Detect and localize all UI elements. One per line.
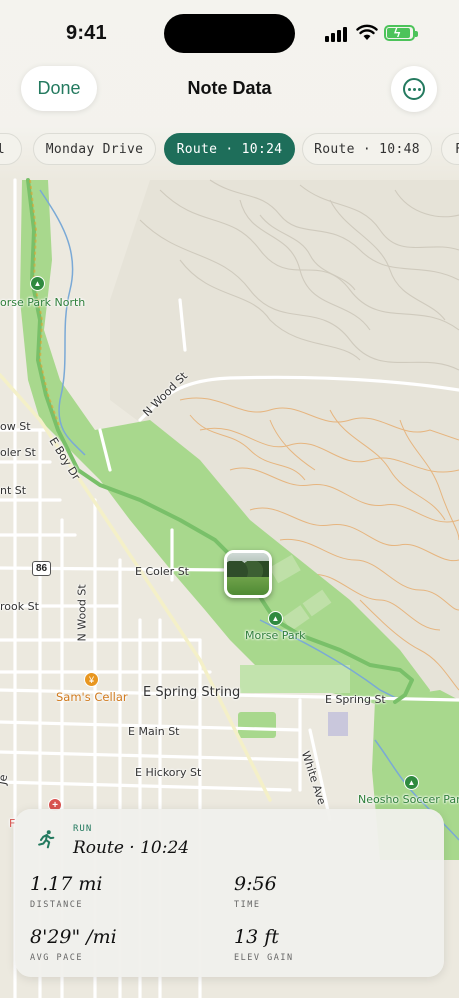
stat-label: DISTANCE xyxy=(30,900,83,910)
status-time: 9:41 xyxy=(66,22,107,44)
battery-charging-icon: ϟ xyxy=(384,25,418,41)
wifi-icon xyxy=(356,24,378,40)
map-label-e-spring-string: E Spring String xyxy=(143,685,241,700)
map-label-e-hickory-st: E Hickory St xyxy=(135,766,202,779)
map-label-e-main-st: E Main St xyxy=(128,725,180,738)
map-label-ow-st: ow St xyxy=(0,420,31,433)
stat-value: 9:56 xyxy=(234,873,277,895)
chip-route-1048[interactable]: Route · 10:48 xyxy=(302,133,432,165)
park-pin-icon[interactable]: ▲ xyxy=(268,611,283,626)
stat-time: 9:56 TIME xyxy=(234,873,277,910)
status-bar: 9:41 ϟ xyxy=(0,0,459,66)
stat-label: AVG PACE xyxy=(30,953,83,963)
dynamic-island xyxy=(164,14,295,53)
chip-monday-drive[interactable]: Monday Drive xyxy=(33,133,156,165)
map-label-e-coler-st: E Coler St xyxy=(135,565,189,578)
map-label-je: Je xyxy=(0,773,11,786)
park-pin-icon[interactable]: ▲ xyxy=(404,775,419,790)
activity-summary-card[interactable]: RUN Route · 10:24 1.17 mi DISTANCE 9:56 … xyxy=(15,809,444,977)
cellular-signal-icon xyxy=(325,27,347,42)
activity-title: Route · 10:24 xyxy=(73,838,190,858)
stat-avg-pace: 8'29" /mi AVG PACE xyxy=(30,926,117,963)
stat-value: 1.17 mi xyxy=(30,873,103,895)
map-label-e-spring-st: E Spring St xyxy=(325,693,386,706)
map-label-morse-park: Morse Park xyxy=(245,629,306,642)
activity-kind: RUN xyxy=(73,824,93,834)
stat-value: 8'29" /mi xyxy=(30,926,117,948)
ellipsis-circle-icon xyxy=(403,78,425,100)
map-label-n-wood-st-bottom: N Wood St xyxy=(75,584,89,642)
map-label-nt-st: nt St xyxy=(0,484,27,497)
more-options-button[interactable] xyxy=(391,66,437,112)
stat-elev-gain: 13 ft ELEV GAIN xyxy=(234,926,294,963)
stat-label: TIME xyxy=(234,900,261,910)
chip-partial-left[interactable]: l xyxy=(0,133,22,165)
running-person-icon xyxy=(38,830,55,849)
map-label-neosho-soccer-park: Neosho Soccer Park xyxy=(358,793,459,806)
nav-bar: Done Note Data xyxy=(0,62,459,116)
note-data-chip-bar[interactable]: l Monday Drive Route · 10:24 Route · 10:… xyxy=(0,133,459,167)
park-pin-icon[interactable]: ▲ xyxy=(30,276,45,291)
restaurant-pin-icon[interactable]: ¥ xyxy=(84,672,99,687)
chip-partial-right[interactable]: F xyxy=(441,133,459,165)
stat-value: 13 ft xyxy=(234,926,279,948)
map-label-oler-st: oler St xyxy=(0,446,36,459)
stat-label: ELEV GAIN xyxy=(234,953,294,963)
stat-distance: 1.17 mi DISTANCE xyxy=(30,873,102,910)
photo-marker[interactable] xyxy=(224,550,272,598)
map-label-rook-st: rook St xyxy=(0,600,39,613)
map-label-sams-cellar: Sam's Cellar xyxy=(56,690,128,704)
map-label-morse-park-north: orse Park North xyxy=(0,296,86,309)
highway-86-shield: 86 xyxy=(32,561,52,576)
chip-route-1024[interactable]: Route · 10:24 xyxy=(164,133,295,165)
